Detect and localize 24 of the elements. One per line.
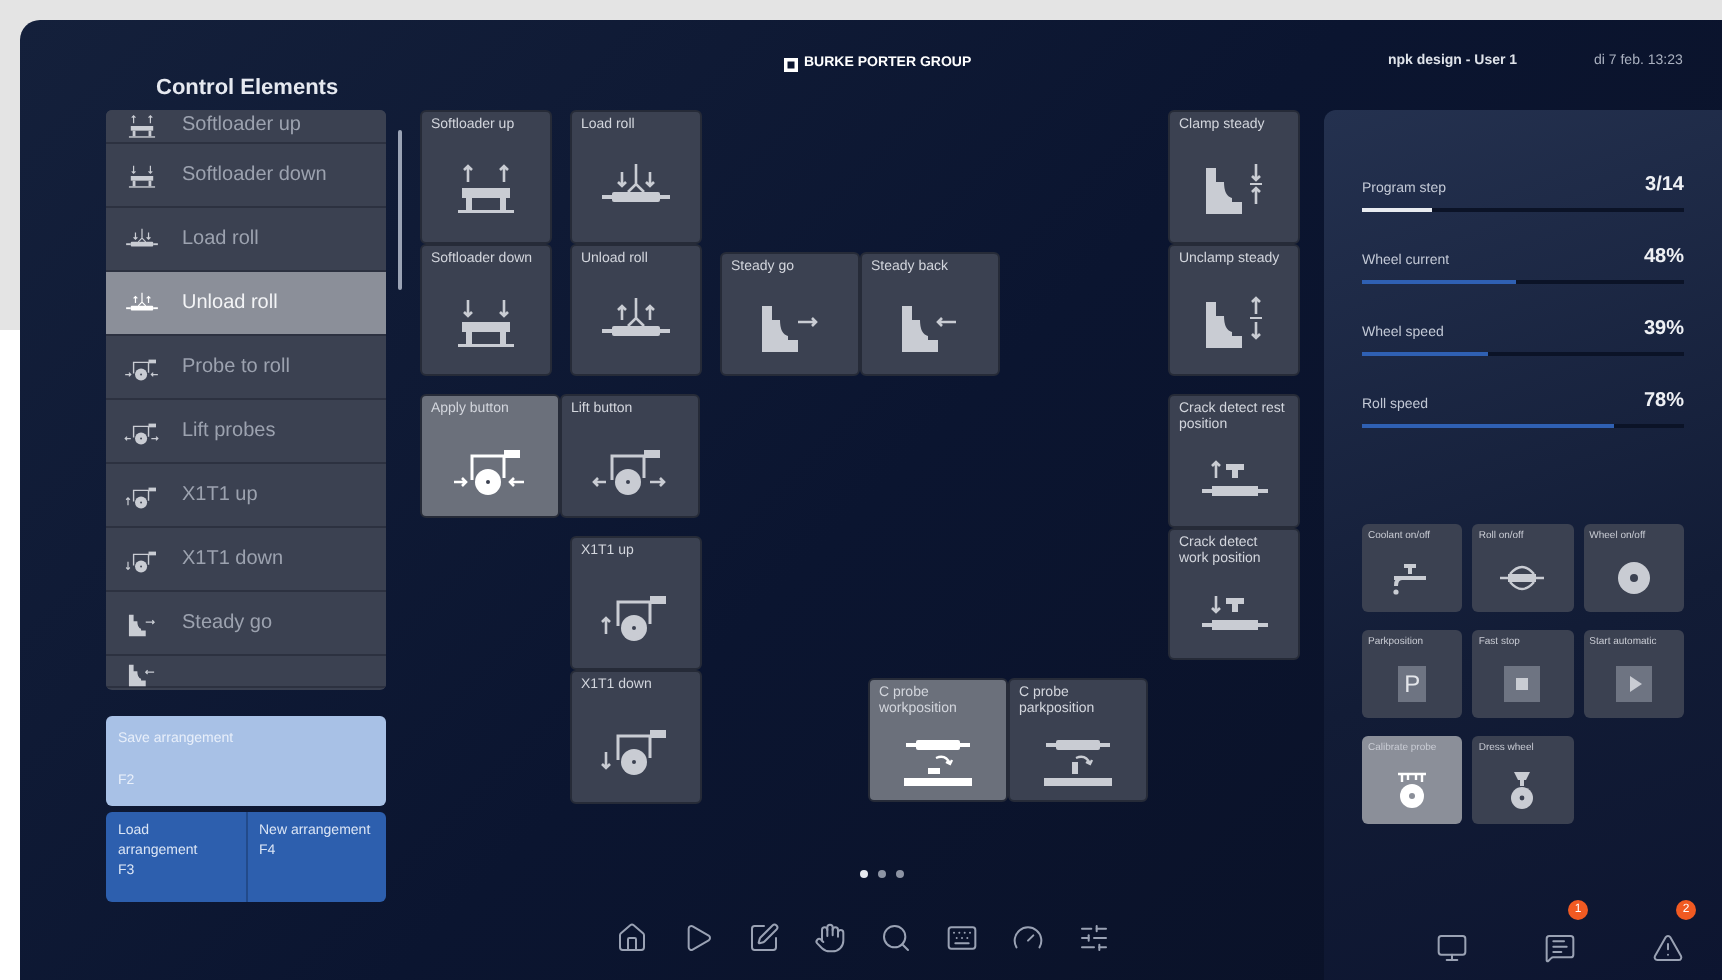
- message-icon[interactable]: [1544, 932, 1576, 964]
- stop-icon: [1504, 665, 1541, 701]
- monitor-icon[interactable]: [1436, 932, 1468, 964]
- keyboard-icon[interactable]: [946, 921, 979, 953]
- list-item[interactable]: Softloader up: [106, 110, 386, 144]
- panel-title: Control Elements: [156, 74, 339, 104]
- parking-symbol: P: [1398, 665, 1427, 701]
- gauge-icon[interactable]: [1012, 921, 1045, 953]
- logo-icon: [784, 57, 798, 72]
- status-value: 39%: [1643, 316, 1684, 344]
- status-value: 3/14: [1645, 172, 1684, 200]
- status-value: 78%: [1643, 388, 1684, 416]
- status-value: 48%: [1643, 244, 1684, 272]
- sliders-icon[interactable]: [1078, 921, 1111, 953]
- search-icon[interactable]: [880, 921, 913, 953]
- home-icon[interactable]: [616, 921, 649, 953]
- scrollbar[interactable]: [398, 130, 402, 290]
- edit-icon[interactable]: [748, 921, 781, 953]
- warning-icon[interactable]: [1652, 932, 1684, 964]
- play-icon[interactable]: [682, 921, 715, 953]
- roll-icon: [122, 225, 162, 253]
- play-icon: [1615, 665, 1652, 701]
- roll-icon: [122, 289, 162, 317]
- hand-icon[interactable]: [814, 921, 847, 953]
